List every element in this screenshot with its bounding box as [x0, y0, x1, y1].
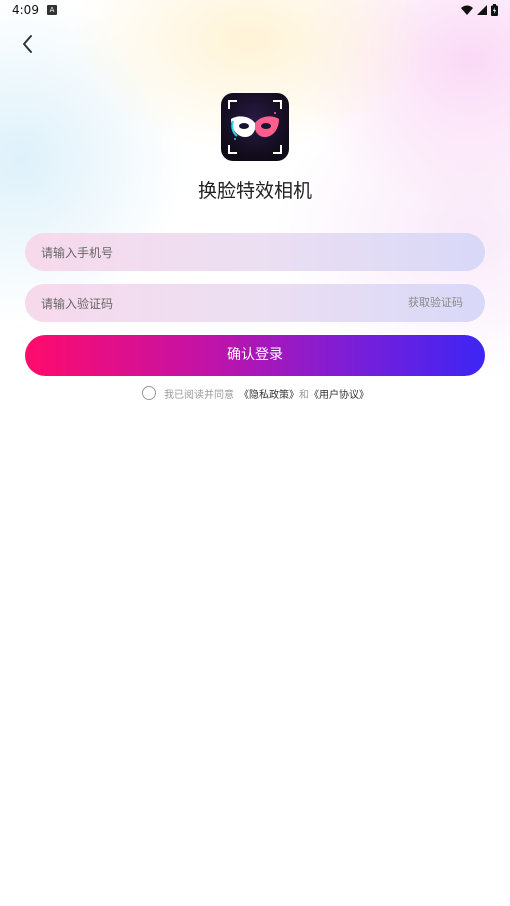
app-logo	[221, 93, 289, 161]
status-bar: 4:09 A	[0, 0, 510, 22]
status-icons	[461, 4, 498, 16]
mask-icon	[228, 100, 282, 154]
signal-icon	[477, 5, 487, 15]
phone-input[interactable]	[39, 233, 363, 273]
notification-badge: A	[47, 5, 57, 15]
user-agreement-link[interactable]: 《用户协议》	[309, 386, 369, 401]
app-title: 换脸特效相机	[197, 180, 312, 202]
agreement-checkbox[interactable]	[142, 386, 156, 400]
status-time: 4:09	[12, 3, 39, 17]
agreement-prefix: 我已阅读并同意	[164, 389, 234, 401]
battery-icon	[491, 4, 498, 16]
code-field[interactable]: 获取验证码	[25, 284, 485, 324]
wifi-icon	[461, 5, 473, 15]
privacy-policy-link[interactable]: 《隐私政策》	[239, 386, 299, 401]
agreement-and: 和	[299, 389, 309, 401]
agreement-row: 我已阅读并同意 《隐私政策》 和 《用户协议》	[142, 385, 369, 401]
confirm-login-button[interactable]: 确认登录	[25, 335, 485, 376]
phone-field[interactable]	[25, 233, 485, 273]
back-button[interactable]	[16, 32, 40, 56]
chevron-left-icon	[23, 35, 32, 53]
verification-code-input[interactable]	[39, 284, 363, 324]
get-code-button[interactable]: 获取验证码	[408, 284, 463, 322]
